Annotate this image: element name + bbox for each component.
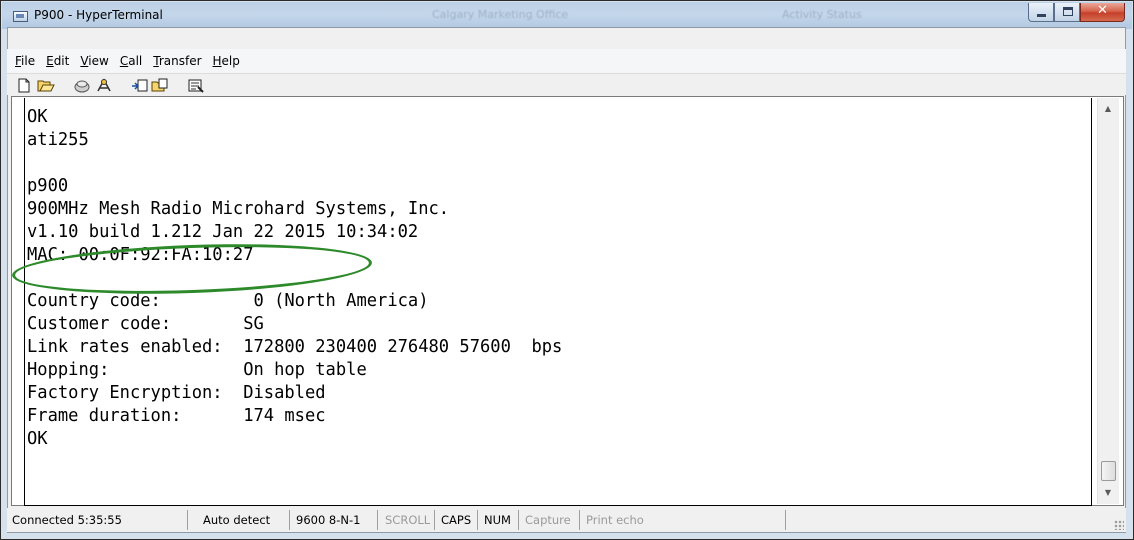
- close-icon: ✕: [1097, 3, 1108, 18]
- maximize-button[interactable]: [1054, 3, 1080, 22]
- open-icon[interactable]: [37, 78, 55, 93]
- terminal-line: Frame duration: 174 msec: [27, 405, 326, 426]
- menu-file[interactable]: File: [10, 54, 41, 68]
- status-capture: Capture: [520, 510, 580, 530]
- close-button[interactable]: ✕: [1080, 3, 1125, 22]
- status-connected: Connected 5:35:55: [7, 510, 188, 530]
- scroll-down-arrow-icon[interactable]: ▼: [1098, 484, 1118, 502]
- status-num: NUM: [479, 510, 519, 530]
- status-scroll: SCROLL: [380, 510, 435, 530]
- terminal-line: Hopping: On hop table: [27, 359, 367, 380]
- status-bar: Connected 5:35:55 Auto detect 9600 8-N-1…: [7, 508, 1126, 532]
- terminal-line: Link rates enabled: 172800 230400 276480…: [27, 336, 563, 357]
- minimize-icon: [1037, 14, 1046, 17]
- toolbar: [7, 73, 1126, 95]
- terminal-line: Customer code: SG: [27, 313, 264, 334]
- background-window-title: Calgary Marketing Office: [432, 8, 569, 21]
- window-controls: ✕: [1028, 3, 1125, 22]
- terminal-line: OK: [27, 428, 48, 449]
- properties-icon[interactable]: [187, 78, 205, 93]
- status-detect: Auto detect: [198, 510, 290, 530]
- menu-edit[interactable]: Edit: [41, 54, 75, 68]
- vertical-scrollbar[interactable]: ▲ ▼: [1097, 98, 1119, 504]
- title-bar[interactable]: P900 - HyperTerminal Calgary Marketing O…: [2, 2, 1132, 29]
- menu-call[interactable]: Call: [115, 54, 148, 68]
- terminal-line: p900: [27, 175, 69, 196]
- resize-grip-icon[interactable]: [1114, 520, 1124, 530]
- minimize-button[interactable]: [1028, 3, 1054, 22]
- receive-icon[interactable]: [151, 78, 169, 93]
- connect-icon[interactable]: [73, 78, 91, 93]
- menu-help[interactable]: Help: [208, 54, 246, 68]
- background-window-title: Activity Status: [782, 8, 862, 21]
- status-settings: 9600 8-N-1: [291, 510, 378, 530]
- scroll-thumb[interactable]: [1101, 461, 1116, 481]
- terminal-line: ati255: [27, 129, 89, 150]
- maximize-icon: [1063, 7, 1073, 16]
- terminal-bottom-border: [24, 505, 1092, 506]
- new-icon[interactable]: [17, 78, 31, 93]
- scroll-up-arrow-icon[interactable]: ▲: [1098, 100, 1118, 118]
- menu-view[interactable]: View: [75, 54, 114, 68]
- terminal-line: OK: [27, 106, 48, 127]
- terminal-line: Country code: 0 (North America): [27, 290, 429, 311]
- disconnect-icon[interactable]: [95, 78, 113, 93]
- hyperterminal-icon: [13, 11, 28, 22]
- window-title: P900 - HyperTerminal: [34, 8, 163, 22]
- status-caps: CAPS: [436, 510, 478, 530]
- menu-transfer[interactable]: Transfer: [148, 54, 207, 68]
- terminal-line: v1.10 build 1.212 Jan 22 2015 10:34:02: [27, 221, 419, 242]
- send-icon[interactable]: [131, 78, 149, 93]
- terminal-left-border: [24, 98, 25, 506]
- terminal-line: 900MHz Mesh Radio Microhard Systems, Inc…: [27, 198, 450, 219]
- menu-bar: File Edit View Call Transfer Help: [7, 49, 1126, 73]
- terminal-right-border: [1091, 98, 1092, 506]
- terminal-line: Factory Encryption: Disabled: [27, 382, 326, 403]
- status-print-echo: Print echo: [581, 510, 786, 530]
